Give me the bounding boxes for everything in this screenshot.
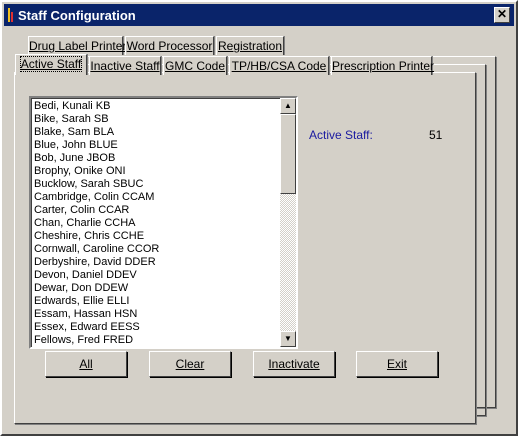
list-item[interactable]: Cheshire, Chris CCHE [34,230,278,243]
list-item[interactable]: Cornwall, Caroline CCOR [34,243,278,256]
tab-inactive-staff[interactable]: Inactive Staff [89,56,161,75]
list-item[interactable]: Cambridge, Colin CCAM [34,191,278,204]
inactivate-button[interactable]: Inactivate [253,351,335,377]
list-item[interactable]: Fellows, Fred FRED [34,334,278,347]
button-label: All [79,357,93,371]
tab-gmc-code[interactable]: GMC Code [163,56,227,75]
list-item[interactable]: Bob, June JBOB [34,152,278,165]
list-item[interactable]: Chan, Charlie CCHA [34,217,278,230]
tab-prescription-printer[interactable]: Prescription Printer [331,56,435,75]
list-item[interactable]: Bike, Sarah SB [34,113,278,126]
list-item[interactable]: Essam, Hassan HSN [34,308,278,321]
title-bar[interactable]: Staff Configuration ✕ [4,4,514,26]
list-item[interactable]: Brophy, Onike ONI [34,165,278,178]
all-button[interactable]: All [45,351,127,377]
tab-active-staff[interactable]: Active Staff [15,54,87,75]
staff-listbox[interactable]: Bedi, Kunali KB Bike, Sarah SB Blake, Sa… [29,96,298,349]
scrollbar-thumb[interactable] [280,114,296,194]
list-item[interactable]: Devon, Daniel DDEV [34,269,278,282]
tab-tp-hb-csa-code[interactable]: TP/HB/CSA Code [229,56,329,75]
tab-label: Word Processor [126,39,213,53]
list-item[interactable]: Bedi, Kunali KB [34,100,278,113]
tab-label: Prescription Printer [332,59,435,73]
clear-button[interactable]: Clear [149,351,231,377]
list-item[interactable]: Edwards, Ellie ELLI [34,295,278,308]
list-item[interactable]: Carter, Colin CCAR [34,204,278,217]
window-title: Staff Configuration [18,8,136,23]
staff-list-scrollbar[interactable]: ▲ ▼ [280,98,296,347]
list-item[interactable]: Bucklow, Sarah SBUC [34,178,278,191]
tab-label: Inactive Staff [90,59,160,73]
list-item[interactable]: Blake, Sam BLA [34,126,278,139]
exit-button[interactable]: Exit [356,351,438,377]
scroll-up-arrow-icon[interactable]: ▲ [280,98,296,114]
app-icon [8,8,14,22]
active-staff-label: Active Staff: [309,128,373,142]
active-staff-count: 51 [429,128,443,142]
button-label: Clear [175,357,205,371]
tab-label: TP/HB/CSA Code [231,59,327,73]
list-item[interactable]: Blue, John BLUE [34,139,278,152]
tab-label: Drug Label Printer [29,39,127,53]
tab-word-processor[interactable]: Word Processor [125,36,214,55]
list-item[interactable]: Essex, Edward EESS [34,321,278,334]
close-button[interactable]: ✕ [494,7,510,23]
list-item[interactable]: Dewar, Don DDEW [34,282,278,295]
button-label: Inactivate [268,357,320,371]
list-item[interactable]: Derbyshire, David DDER [34,256,278,269]
tab-registration[interactable]: Registration [216,36,284,55]
tab-label: Active Staff [19,56,83,72]
tab-drug-label-printer[interactable]: Drug Label Printer [28,36,127,55]
tab-label: Registration [217,39,283,53]
tab-label: GMC Code [164,59,226,73]
staff-list: Bedi, Kunali KB Bike, Sarah SB Blake, Sa… [34,100,278,347]
scroll-down-arrow-icon[interactable]: ▼ [280,331,296,347]
button-label: Exit [386,357,407,371]
